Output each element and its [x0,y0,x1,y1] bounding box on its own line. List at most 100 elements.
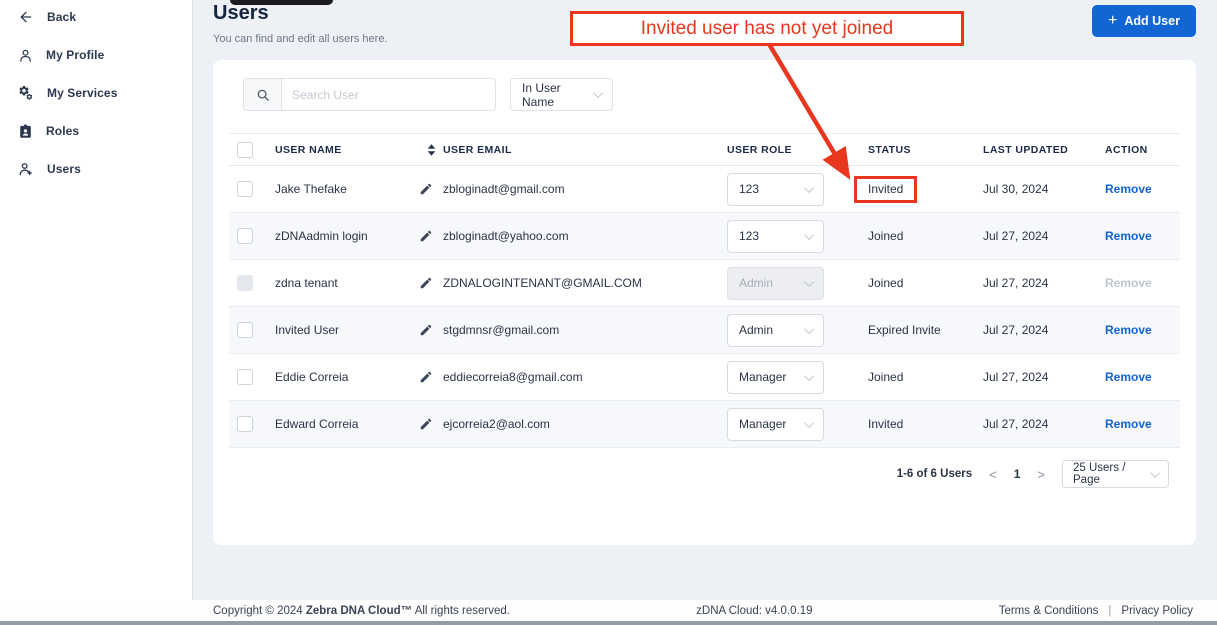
users-table: USER NAME USER EMAIL USER ROLE STATUS LA… [229,133,1180,448]
chevron-down-icon [804,277,814,287]
role-select[interactable]: 123 [727,173,824,206]
row-checkbox[interactable] [237,322,253,338]
chevron-down-icon [804,230,814,240]
row-checkbox[interactable] [237,416,253,432]
column-header-user-name: USER NAME [275,144,419,156]
footer-separator: | [1108,605,1111,617]
sidebar-item-back[interactable]: Back [0,5,192,29]
chevron-down-icon [804,183,814,193]
sidebar: Back My Profile My Services Roles [0,0,193,600]
column-header-last-updated: LAST UPDATED [983,144,1105,156]
sidebar-item-label: Back [47,10,76,24]
last-updated: Jul 30, 2024 [983,182,1105,196]
row-checkbox[interactable] [237,181,253,197]
status-text: Invited [854,176,917,203]
chevron-down-icon [804,324,814,334]
row-checkbox[interactable] [237,228,253,244]
copyright: Copyright © 2024 Zebra DNA Cloud™ All ri… [213,605,510,617]
users-card: In User Name USER NAME USER EMAIL USER R… [213,60,1196,545]
edit-pencil-icon[interactable] [419,417,443,431]
status-text: Expired Invite [868,323,941,337]
sidebar-item-users[interactable]: Users [0,157,192,181]
sidebar-item-my-profile[interactable]: My Profile [0,43,192,67]
user-email: zbloginadt@yahoo.com [443,229,727,243]
chevron-down-icon [804,418,814,428]
role-value: Manager [739,370,786,384]
page-size-select[interactable]: 25 Users / Page [1062,460,1169,488]
user-email: ZDNALOGINTENANT@GMAIL.COM [443,276,727,290]
user-name: Eddie Correia [275,370,419,384]
edit-pencil-icon[interactable] [419,229,443,243]
edit-pencil-icon[interactable] [419,323,443,337]
pagination-range: 1-6 of 6 Users [897,468,972,480]
version-label: zDNA Cloud: v4.0.0.19 [510,605,999,617]
role-value: 123 [739,182,759,196]
brand-name: Zebra DNA Cloud™ [306,605,412,617]
sidebar-item-my-services[interactable]: My Services [0,81,192,105]
search-filter-select[interactable]: In User Name [510,78,613,111]
remove-button[interactable]: Remove [1105,276,1152,290]
sidebar-item-label: Roles [46,124,79,138]
users-admin-page: Back My Profile My Services Roles [0,0,1217,625]
role-select[interactable]: Admin [727,267,824,300]
annotation-callout: Invited user has not yet joined [570,11,964,46]
prev-page-icon[interactable]: < [989,467,997,482]
terms-link[interactable]: Terms & Conditions [999,605,1099,617]
gears-icon [18,85,34,101]
remove-button[interactable]: Remove [1105,229,1152,243]
column-header-status: STATUS [868,144,983,156]
annotation-text: Invited user has not yet joined [641,18,893,40]
remove-button[interactable]: Remove [1105,370,1152,384]
search-filter-value: In User Name [522,81,596,109]
people-icon [18,161,34,177]
page-subtitle: You can find and edit all users here. [213,33,388,45]
remove-button[interactable]: Remove [1105,323,1152,337]
table-row: Edward Correia ejcorreia2@aol.com Manage… [229,401,1180,448]
table-row: Jake Thefake zbloginadt@gmail.com 123 In… [229,166,1180,213]
table-row: zdna tenant ZDNALOGINTENANT@GMAIL.COM Ad… [229,260,1180,307]
column-header-user-email: USER EMAIL [443,144,727,156]
privacy-link[interactable]: Privacy Policy [1121,605,1193,617]
role-value: 123 [739,229,759,243]
role-select[interactable]: Manager [727,361,824,394]
next-page-icon[interactable]: > [1037,467,1045,482]
column-header-action: ACTION [1105,144,1180,156]
pagination: 1-6 of 6 Users < 1 > 25 Users / Page [229,456,1169,492]
chevron-down-icon [804,371,814,381]
user-name: zdna tenant [275,276,419,290]
last-updated: Jul 27, 2024 [983,229,1105,243]
sort-icon[interactable] [419,144,443,156]
edit-pencil-icon[interactable] [419,182,443,196]
status-text: Joined [868,370,903,384]
row-checkbox[interactable] [237,369,253,385]
edit-pencil-icon[interactable] [419,370,443,384]
search-input[interactable] [282,79,495,110]
role-value: Manager [739,417,786,431]
user-name: zDNAadmin login [275,229,419,243]
sidebar-item-roles[interactable]: Roles [0,119,192,143]
page-number[interactable]: 1 [1014,467,1021,481]
last-updated: Jul 27, 2024 [983,417,1105,431]
status-text: Joined [868,229,903,243]
edit-pencil-icon[interactable] [419,276,443,290]
role-select[interactable]: Admin [727,314,824,347]
search-icon-button[interactable] [244,79,282,110]
user-email: ejcorreia2@aol.com [443,417,727,431]
table-row: Invited User stgdmnsr@gmail.com Admin Ex… [229,307,1180,354]
user-email: zbloginadt@gmail.com [443,182,727,196]
page-title: Users [213,2,269,25]
select-all-checkbox[interactable] [237,142,253,158]
table-header-row: USER NAME USER EMAIL USER ROLE STATUS LA… [229,133,1180,166]
role-select[interactable]: 123 [727,220,824,253]
last-updated: Jul 27, 2024 [983,370,1105,384]
role-value: Admin [739,276,773,290]
row-checkbox[interactable] [237,275,253,291]
plus-icon: + [1108,13,1117,29]
user-name: Jake Thefake [275,182,419,196]
add-user-button[interactable]: + Add User [1092,5,1196,37]
remove-button[interactable]: Remove [1105,182,1152,196]
sidebar-item-label: Users [47,162,81,176]
window-bottom-edge [0,621,1217,625]
role-select[interactable]: Manager [727,408,824,441]
remove-button[interactable]: Remove [1105,417,1152,431]
